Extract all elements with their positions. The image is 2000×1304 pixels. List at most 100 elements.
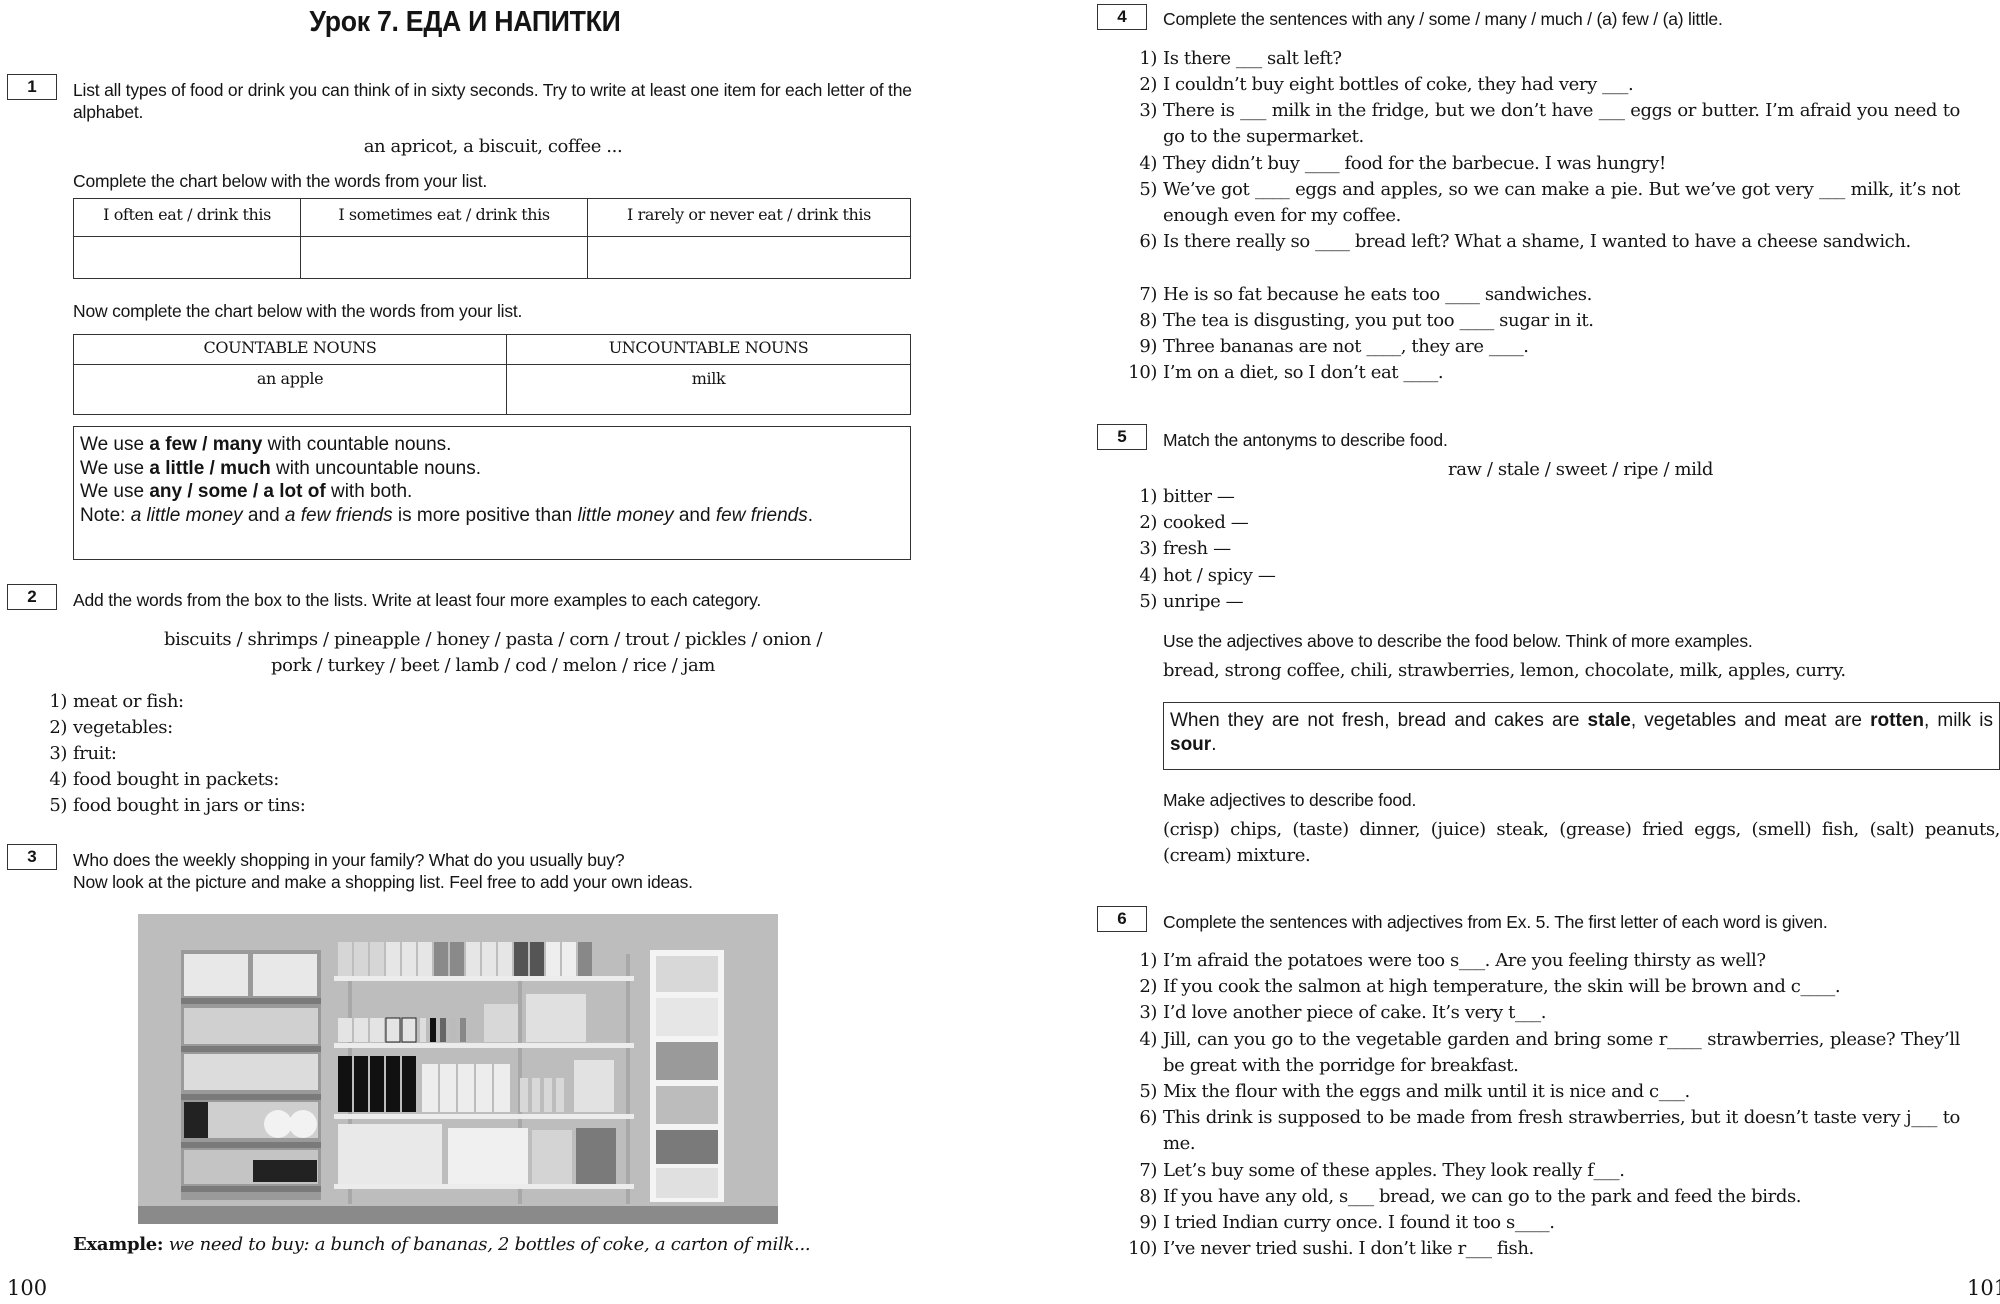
exercise-4-number: 4 — [1097, 4, 1147, 30]
exercise-3-instruction-2: Now look at the picture and make a shopp… — [73, 872, 693, 892]
exercise-3-example: Example: we need to buy: a bunch of bana… — [73, 1234, 811, 1255]
list-item-number: 3) — [49, 743, 67, 764]
rule-line-1: We use a few / many with countable nouns… — [80, 434, 452, 455]
list-item-text: hot / spicy — — [1163, 564, 1276, 586]
list-item-number: 5) — [1139, 179, 1157, 200]
word-box-line-2: pork / turkey / beet / lamb / cod / melo… — [271, 655, 715, 676]
list-item-text: food bought in jars or tins: — [73, 795, 306, 816]
list-item: 3) fruit: — [49, 741, 873, 767]
exercise-5-instruction-2: Use the adjectives above to describe the… — [1163, 631, 1753, 651]
exercise-5-instruction: Match the antonyms to describe food. — [1163, 430, 1448, 450]
chart-2-instruction: Now complete the chart below with the wo… — [73, 301, 523, 321]
list-item: 8) If you have any old, s___ bread, we ca… — [1139, 1184, 1960, 1210]
list-item-text: I’d love another piece of cake. It’s ver… — [1163, 1002, 1547, 1024]
left-page: Урок 7. ЕДА И НАПИТКИ 1 List all types o… — [0, 0, 930, 1304]
chart-cell-uncountable[interactable]: milk — [506, 364, 911, 415]
list-item: 9) Three bananas are not ____, they are _… — [1139, 334, 1960, 360]
frequency-chart: I often eat / drink this I sometimes eat… — [73, 198, 911, 279]
chart-cell-countable[interactable]: an apple — [73, 364, 507, 415]
list-item: 8) The tea is disgusting, you put too ___… — [1139, 308, 1960, 334]
list-item-number: 6) — [1139, 231, 1157, 253]
exercise-6-instruction: Complete the sentences with adjectives f… — [1163, 912, 1828, 932]
freshness-rule-box: When they are not fresh, bread and cakes… — [1163, 702, 2000, 770]
list-item-number: 4) — [1139, 152, 1157, 174]
list-item-text: Mix the flour with the eggs and milk unt… — [1163, 1081, 1690, 1102]
list-item: 1) bitter — — [1139, 484, 1960, 510]
list-item: 2) If you cook the salmon at high tempera… — [1139, 974, 1960, 1000]
list-item-number: 7) — [1139, 1159, 1157, 1181]
word-box-line-1: biscuits / shrimps / pineapple / honey /… — [163, 629, 823, 650]
list-item: 4) Jill, can you go to the vegetable gard… — [1139, 1027, 1960, 1079]
list-item-number: 1) — [1139, 48, 1157, 69]
list-item-number: 9) — [1139, 336, 1157, 358]
list-item-number: 5) — [49, 795, 67, 816]
list-item-number: 5) — [1139, 1081, 1157, 1102]
supermarket-shelves-illustration — [138, 914, 778, 1224]
list-item: 3) I’d love another piece of cake. It’s v… — [1139, 1000, 1960, 1026]
list-item-number: 5) — [1139, 590, 1157, 612]
list-item: 3) There is ___ milk in the fridge, but w… — [1139, 98, 1960, 150]
list-item-text: They didn’t buy ____ food for the barbec… — [1163, 152, 1666, 174]
list-item: 6) This drink is supposed to be made from… — [1139, 1105, 1960, 1157]
list-item: 4) hot / spicy — — [1139, 563, 1960, 589]
list-item: 1) meat or fish: — [49, 689, 873, 715]
list-item: 3) fresh — — [1139, 536, 1960, 562]
page-number-right: 101 — [1967, 1276, 2000, 1300]
exercise-1-example: an apricot, a biscuit, coffee ... — [363, 136, 623, 157]
list-item-number: 2) — [1139, 976, 1157, 998]
list-item-number: 2) — [49, 717, 67, 738]
list-item: 2) vegetables: — [49, 715, 873, 741]
list-item: 7) Let’s buy some of these apples. They l… — [1139, 1158, 1960, 1184]
list-item-text: Is there ___ salt left? — [1163, 48, 1342, 69]
list-item-text: cooked — — [1163, 512, 1249, 534]
exercise-5-instruction-3: Make adjectives to describe food. — [1163, 790, 1417, 810]
list-item-number: 4) — [1139, 1028, 1157, 1050]
exercise-4-instruction: Complete the sentences with any / some /… — [1163, 9, 1723, 29]
list-item: 5) unripe — — [1139, 589, 1960, 615]
list-item-text: There is ___ milk in the fridge, but we … — [1163, 100, 1960, 148]
exercise-2-number: 2 — [7, 584, 57, 610]
list-item-number: 3) — [1139, 100, 1157, 122]
list-item: 2) cooked — — [1139, 510, 1960, 536]
list-item-text: bitter — — [1163, 486, 1235, 507]
list-item: 1) Is there ___ salt left? — [1139, 46, 1960, 72]
chart-1-instruction: Complete the chart below with the words … — [73, 171, 488, 191]
list-item-text: I’m afraid the potatoes were too s___. A… — [1163, 950, 1766, 971]
chart-header-countable: COUNTABLE NOUNS — [73, 334, 507, 365]
list-item-text: fruit: — [73, 743, 117, 764]
list-item-text: I’m on a diet, so I don’t eat ____. — [1163, 362, 1444, 384]
list-item-number: 1) — [1139, 486, 1157, 507]
list-item-number: 10) — [1128, 362, 1157, 384]
grammar-rule-box: We use a few / many with countable nouns… — [73, 426, 911, 560]
list-item-number: 1) — [1139, 950, 1157, 971]
list-item-text: I couldn’t buy eight bottles of coke, th… — [1163, 74, 1634, 96]
antonym-word-box: raw / stale / sweet / ripe / mild — [1447, 459, 1713, 480]
list-item: 2) I couldn’t buy eight bottles of coke, … — [1139, 72, 1960, 98]
supermarket-shelves-icon — [138, 914, 778, 1224]
chart-cell-often[interactable] — [73, 236, 301, 279]
list-item-text: If you cook the salmon at high temperatu… — [1163, 976, 1841, 998]
right-page: 4 Complete the sentences with any / some… — [1090, 0, 2000, 1304]
chart-header-often: I often eat / drink this — [73, 198, 301, 237]
list-item-text: meat or fish: — [73, 691, 184, 712]
list-item: 5) Mix the flour with the eggs and milk u… — [1139, 1079, 1960, 1105]
exercise-3-instruction-1: Who does the weekly shopping in your fam… — [73, 850, 625, 870]
exercise-6-number: 6 — [1097, 906, 1147, 932]
adjective-task: (crisp) chips, (taste) dinner, (juice) s… — [1163, 819, 2000, 866]
list-item-text: The tea is disgusting, you put too ____ … — [1163, 310, 1594, 331]
list-item: 1) I’m afraid the potatoes were too s___.… — [1139, 948, 1960, 974]
chart-cell-rarely[interactable] — [587, 236, 911, 279]
list-item-text: I’ve never tried sushi. I don’t like r__… — [1163, 1238, 1534, 1260]
list-item-text: Three bananas are not ____, they are ___… — [1163, 336, 1529, 358]
exercise-1-instruction: List all types of food or drink you can … — [73, 80, 912, 122]
list-item-text: If you have any old, s___ bread, we can … — [1163, 1185, 1802, 1207]
list-item-text: fresh — — [1163, 538, 1231, 560]
chart-cell-sometimes[interactable] — [300, 236, 588, 279]
list-item: 10) I’ve never tried sushi. I don’t like … — [1128, 1236, 1960, 1262]
list-item-number: 4) — [49, 769, 67, 790]
exercise-3-number: 3 — [7, 844, 57, 870]
list-item-text: Let’s buy some of these apples. They loo… — [1163, 1159, 1625, 1181]
list-item-number: 3) — [1139, 538, 1157, 560]
exercise-5-number: 5 — [1097, 424, 1147, 450]
lesson-title: Урок 7. ЕДА И НАПИТКИ — [309, 6, 621, 38]
